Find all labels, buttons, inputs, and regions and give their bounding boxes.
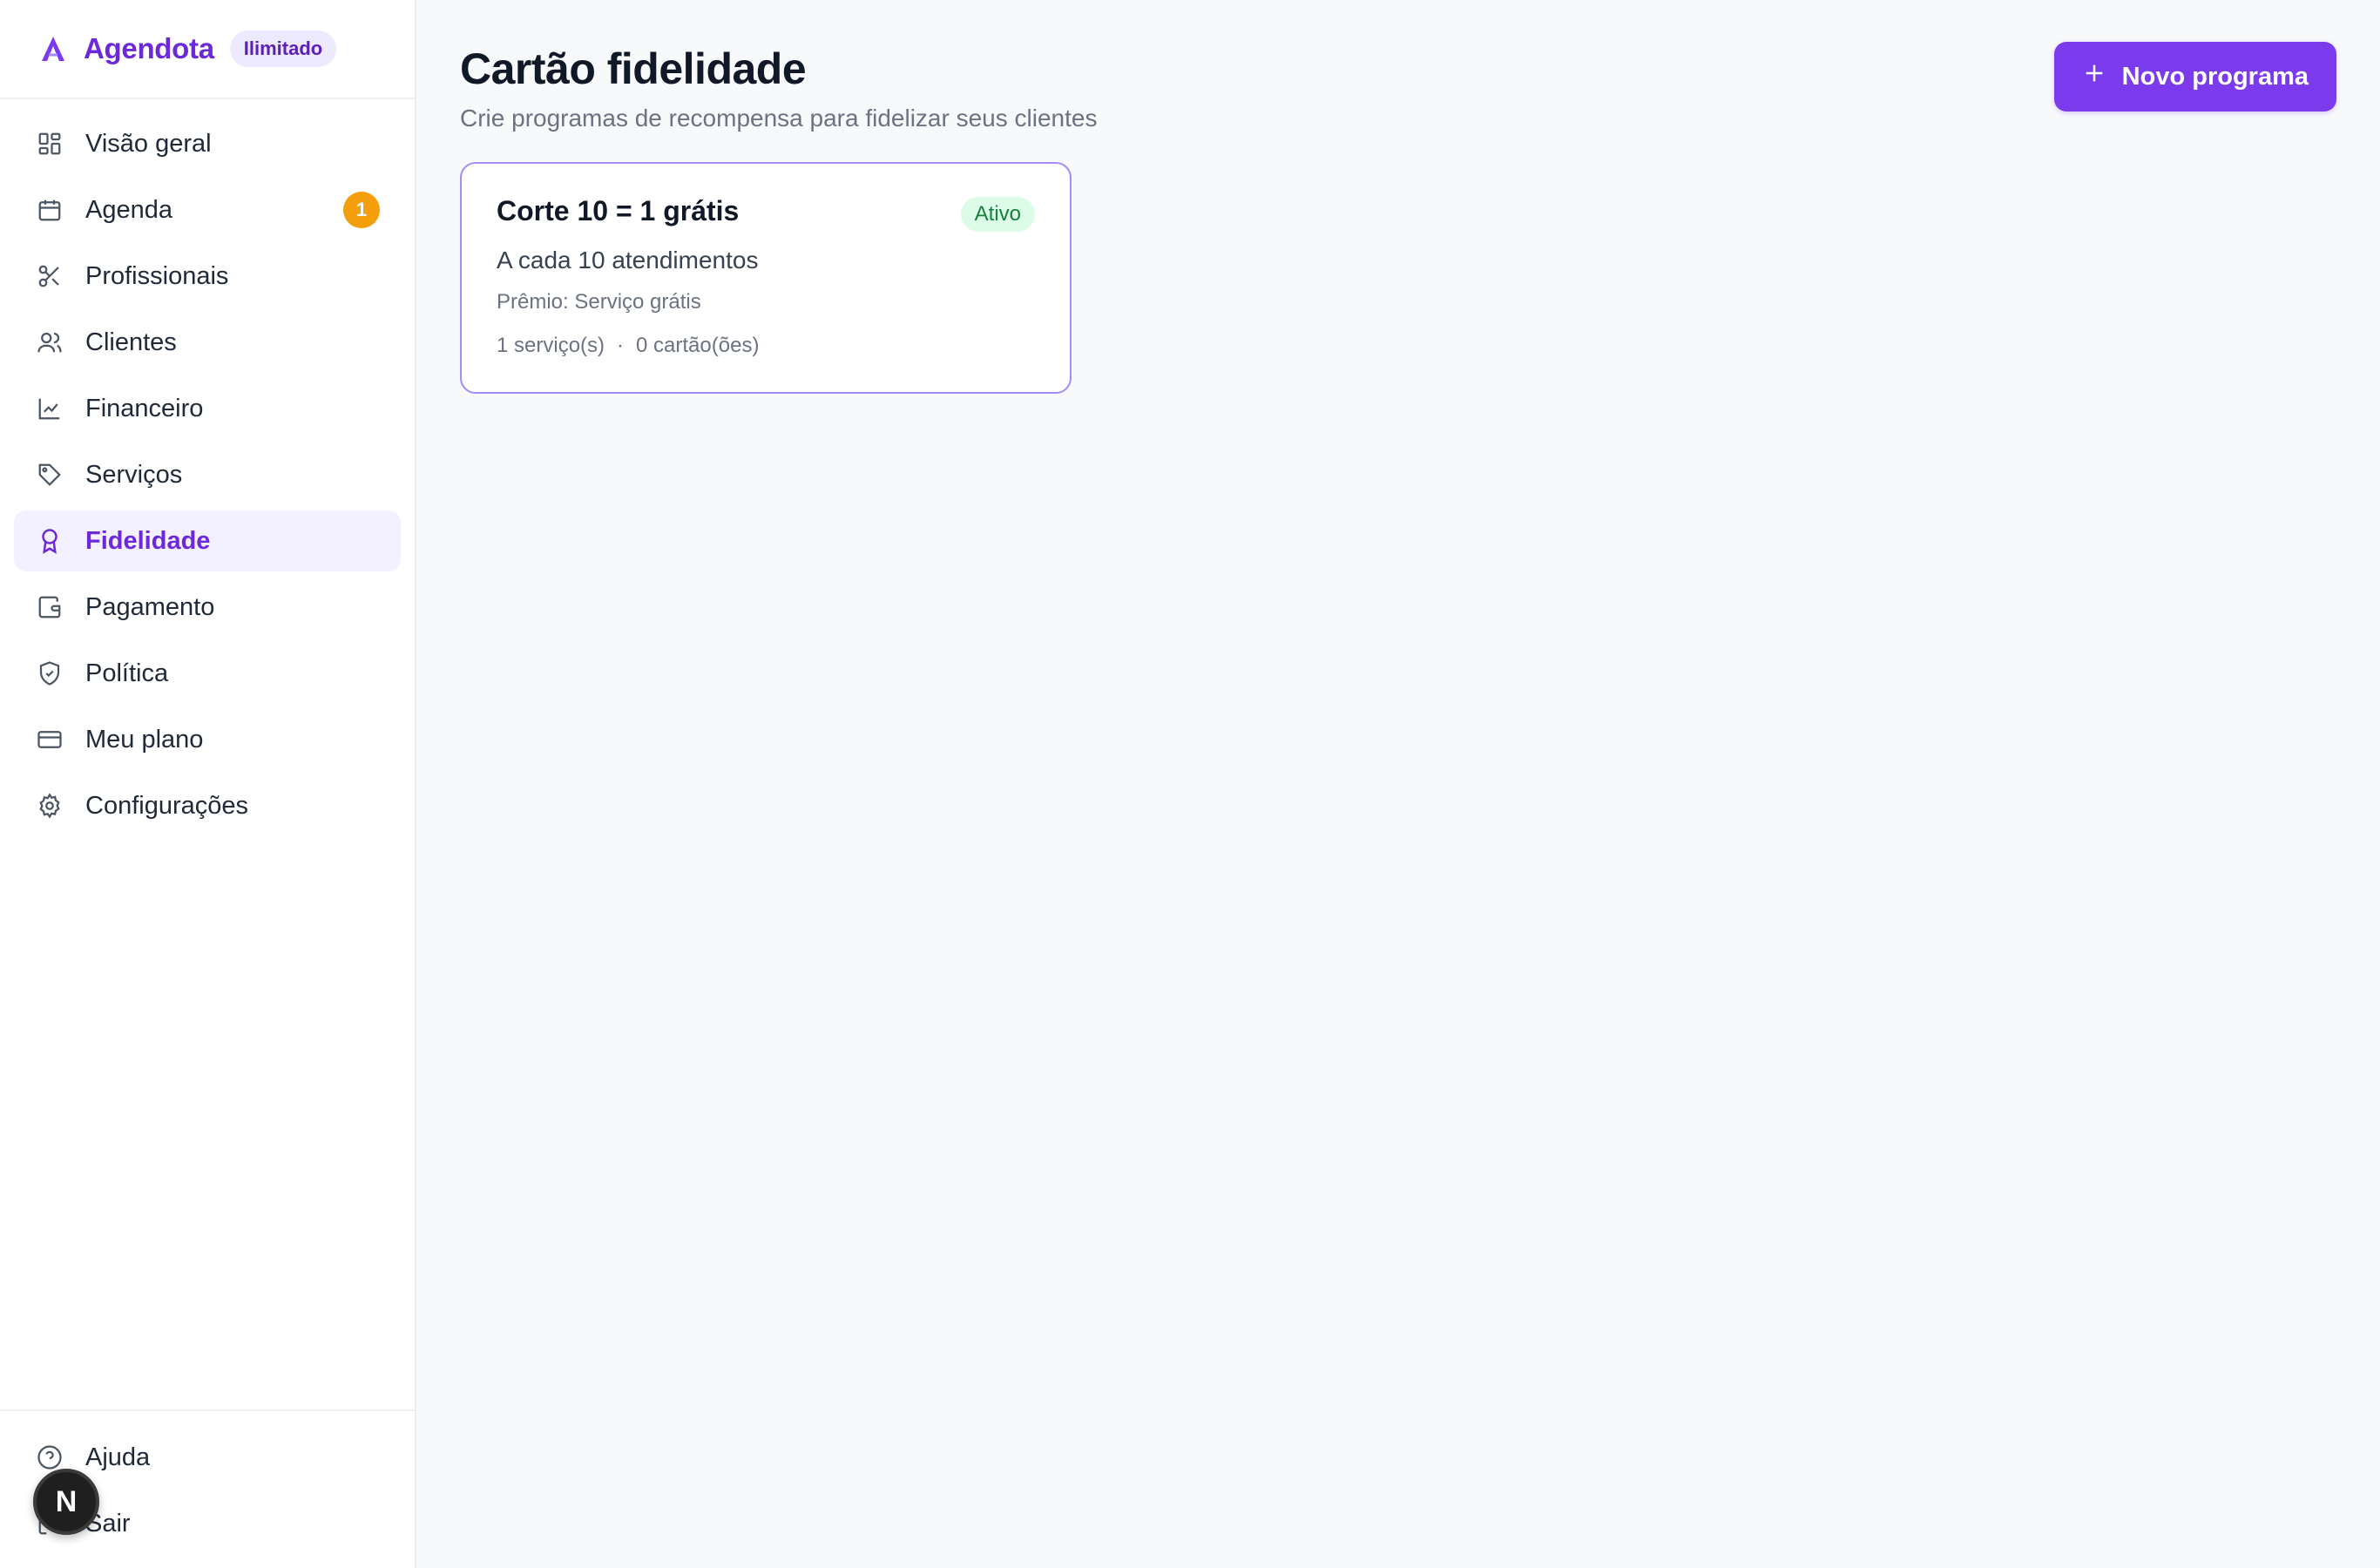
- sidebar-item-meu-plano[interactable]: Meu plano: [14, 709, 401, 770]
- sidebar-item-label: Pagamento: [85, 592, 215, 621]
- sidebar-item-servicos[interactable]: Serviços: [14, 444, 401, 505]
- shield-check-icon: [35, 659, 64, 688]
- sidebar-item-fidelidade[interactable]: Fidelidade: [14, 510, 401, 571]
- sidebar-item-visao-geral[interactable]: Visão geral: [14, 113, 401, 174]
- program-meta: 1 serviço(s) · 0 cartão(ões): [497, 334, 1035, 358]
- notification-badge: 1: [343, 192, 380, 228]
- page-header: Cartão fidelidade Crie programas de reco…: [460, 42, 2336, 132]
- main-content: Cartão fidelidade Crie programas de reco…: [416, 0, 2380, 1568]
- services-count: 1 serviço(s): [497, 334, 605, 357]
- agendota-logo-icon: [38, 34, 68, 64]
- sidebar-item-politica[interactable]: Política: [14, 643, 401, 704]
- sidebar-item-label: Financeiro: [85, 394, 204, 422]
- sidebar-item-label: Agenda: [85, 195, 172, 224]
- sidebar-item-profissionais[interactable]: Profissionais: [14, 246, 401, 307]
- help-circle-icon: [35, 1443, 64, 1472]
- sidebar-item-clientes[interactable]: Clientes: [14, 312, 401, 373]
- status-badge: Ativo: [960, 197, 1035, 232]
- sidebar-item-agenda[interactable]: Agenda 1: [14, 179, 401, 240]
- award-icon: [35, 526, 64, 556]
- sidebar-item-label: Meu plano: [85, 725, 204, 754]
- sidebar-item-label: Ajuda: [85, 1443, 151, 1471]
- sidebar-item-label: Serviços: [85, 460, 183, 489]
- page-subtitle: Crie programas de recompensa para fideli…: [460, 105, 1098, 132]
- sidebar-item-financeiro[interactable]: Financeiro: [14, 378, 401, 439]
- loyalty-program-card[interactable]: Corte 10 = 1 grátis Ativo A cada 10 aten…: [460, 162, 1072, 394]
- sidebar-item-label: Clientes: [85, 328, 177, 356]
- sidebar-item-label: Configurações: [85, 791, 248, 820]
- gear-icon: [35, 791, 64, 821]
- sidebar-item-label: Profissionais: [85, 261, 229, 290]
- brand[interactable]: Agendota Ilimitado: [0, 0, 415, 99]
- scissors-icon: [35, 261, 64, 291]
- calendar-icon: [35, 195, 64, 225]
- new-program-button[interactable]: Novo programa: [2053, 42, 2336, 112]
- sidebar-item-label: Visão geral: [85, 129, 212, 158]
- credit-card-icon: [35, 725, 64, 754]
- sidebar-item-pagamento[interactable]: Pagamento: [14, 577, 401, 638]
- new-program-label: Novo programa: [2121, 62, 2309, 91]
- chart-line-icon: [35, 394, 64, 423]
- page-title: Cartão fidelidade: [460, 44, 807, 93]
- dev-tools-bubble[interactable]: N: [33, 1469, 99, 1535]
- wallet-icon: [35, 592, 64, 622]
- program-title: Corte 10 = 1 grátis: [497, 195, 740, 226]
- users-icon: [35, 328, 64, 357]
- meta-separator: ·: [617, 334, 625, 357]
- sidebar: Agendota Ilimitado Visão geral Agenda 1: [0, 0, 416, 1568]
- plus-icon: [2082, 61, 2106, 92]
- plan-badge: Ilimitado: [229, 30, 337, 67]
- program-reward: Prêmio: Serviço grátis: [497, 290, 701, 314]
- app-root: Agendota Ilimitado Visão geral Agenda 1: [0, 0, 2380, 1568]
- sidebar-item-label: Política: [85, 659, 169, 687]
- sidebar-item-configuracoes[interactable]: Configurações: [14, 775, 401, 836]
- program-description: A cada 10 atendimentos: [497, 247, 759, 274]
- sidebar-item-label: Fidelidade: [85, 526, 211, 555]
- cards-count: 0 cartão(ões): [636, 334, 760, 357]
- brand-name: Agendota: [84, 32, 214, 64]
- sidebar-footer: Ajuda Sair N: [0, 1409, 415, 1568]
- sidebar-nav: Visão geral Agenda 1 Profissionais Clien…: [0, 99, 415, 836]
- dashboard-icon: [35, 129, 64, 159]
- page-heading: Cartão fidelidade Crie programas de reco…: [460, 42, 1097, 132]
- tag-icon: [35, 460, 64, 490]
